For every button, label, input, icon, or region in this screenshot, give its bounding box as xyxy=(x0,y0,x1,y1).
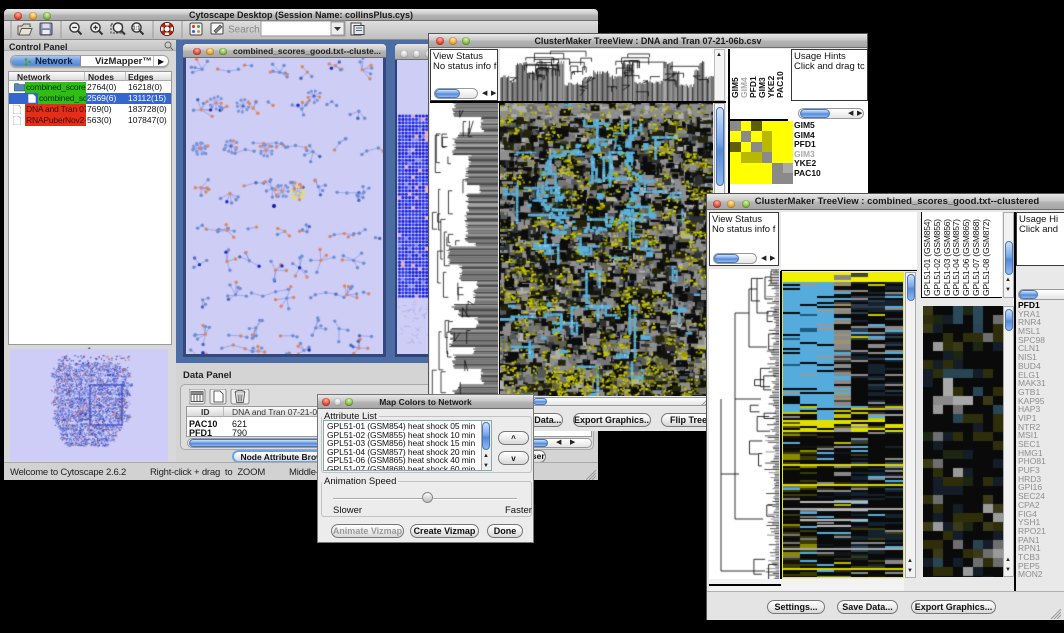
svg-text:1:1: 1:1 xyxy=(133,26,141,32)
svg-text:Search:: Search: xyxy=(228,25,262,36)
